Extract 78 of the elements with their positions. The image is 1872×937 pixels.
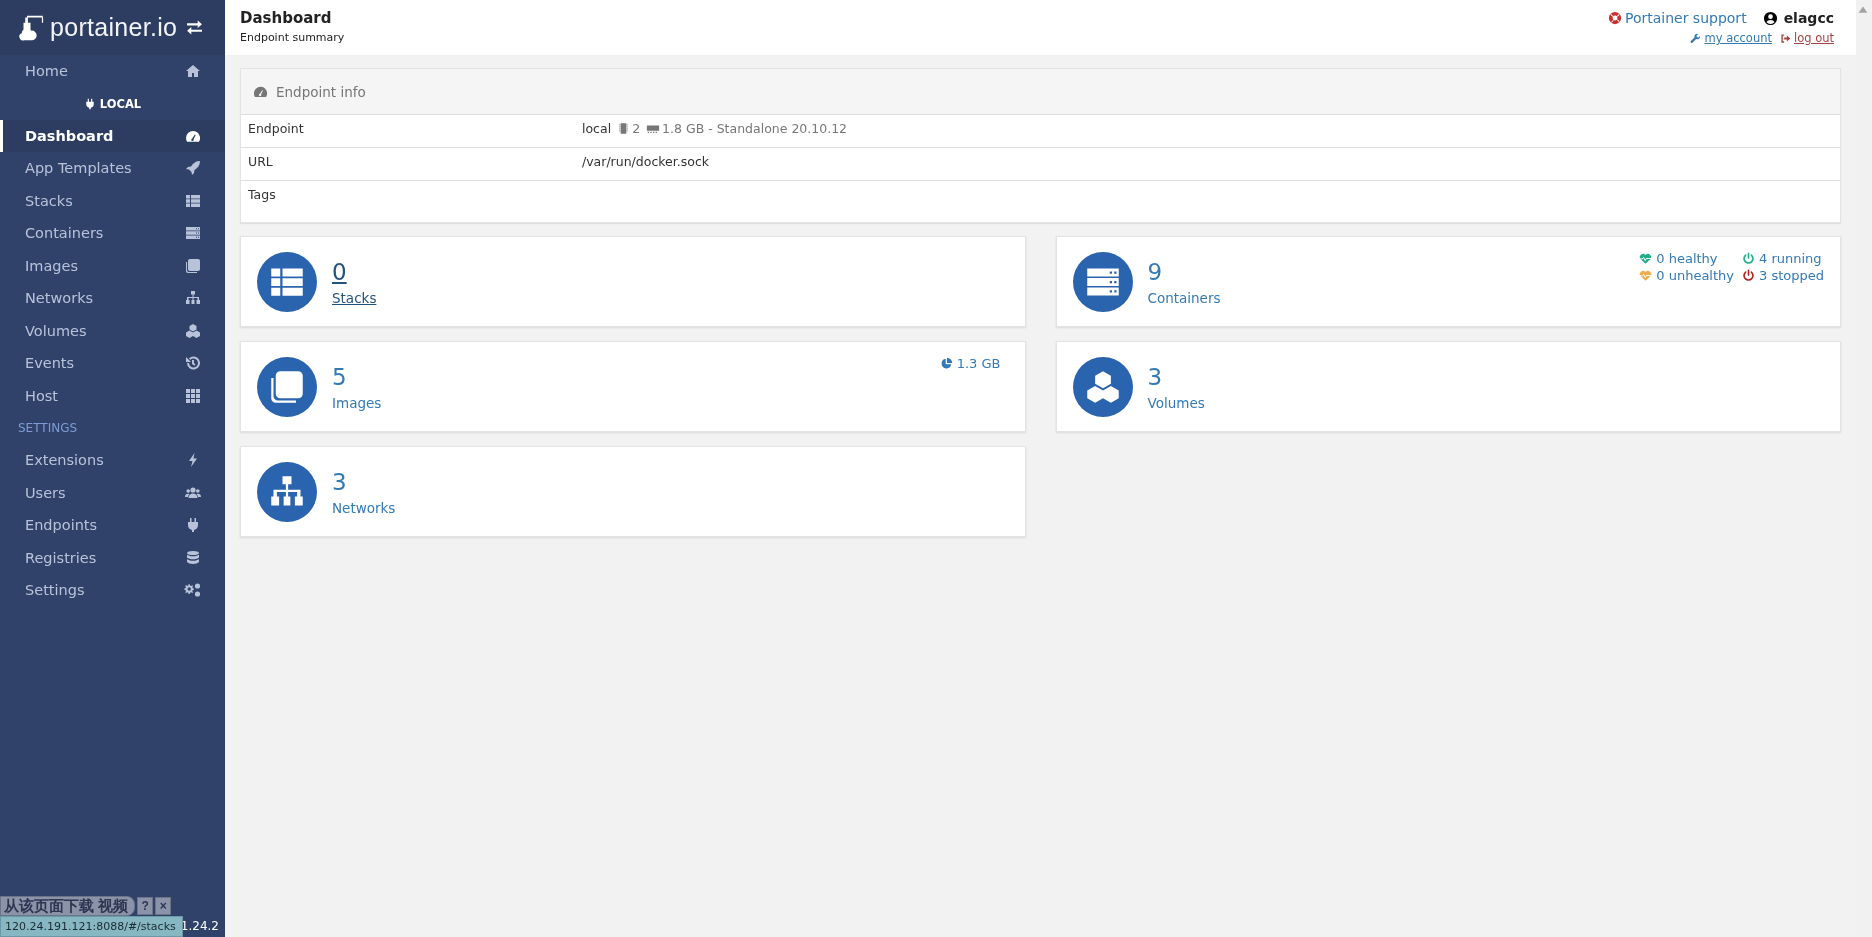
count-link[interactable]: 0 <box>332 257 377 286</box>
logo-text: portainer.io <box>50 13 178 42</box>
lifebuoy-icon <box>1607 11 1622 25</box>
copy-icon <box>185 257 201 274</box>
home-icon <box>185 63 201 80</box>
sidebar-item[interactable]: App Templates <box>0 152 225 185</box>
sidebar-item[interactable]: Stacks <box>0 184 225 217</box>
count-link[interactable]: 5 <box>332 362 382 391</box>
status-url: 120.24.191.121:8088/#/stacks <box>5 920 176 933</box>
sidebar-item[interactable]: Settings <box>0 574 225 607</box>
cubes-icon <box>185 322 201 339</box>
count-link[interactable]: 9 <box>1147 257 1221 286</box>
card-link[interactable]: Volumes <box>1147 394 1205 411</box>
sidebar-item[interactable]: Home <box>0 55 225 88</box>
table-cell: Tags <box>248 187 276 202</box>
card-link[interactable]: Networks <box>332 499 396 516</box>
card-link[interactable]: Stacks <box>332 289 377 306</box>
page-subtitle: Endpoint summary <box>240 31 345 44</box>
size-text: 1.3 GB <box>956 356 1001 371</box>
swap-icon <box>186 19 203 36</box>
list-icon <box>185 192 201 209</box>
gears-icon <box>185 582 201 599</box>
grid-icon <box>185 387 201 404</box>
section-heading: SETTINGS <box>18 421 78 435</box>
card-link[interactable]: Images <box>332 394 382 411</box>
sidebar-item[interactable]: Registries <box>0 541 225 574</box>
sidebar-item[interactable]: Host <box>0 379 225 412</box>
logout-link[interactable]: log out <box>1779 31 1834 45</box>
sidebar-item[interactable]: Volumes <box>0 314 225 347</box>
sidebar-item[interactable]: Users <box>0 476 225 509</box>
endpoint-heading: LOCAL <box>99 96 142 111</box>
help-button[interactable]: ? <box>137 897 154 915</box>
download-video-button[interactable]: 从该页面下载 视频 <box>0 896 136 916</box>
plug-icon <box>83 97 96 110</box>
rocket-icon <box>185 160 201 177</box>
server-icon <box>185 225 201 242</box>
status-text: 0 healthy <box>1656 251 1718 266</box>
sidebar-item[interactable]: Extensions <box>0 444 225 477</box>
cpu-count: 2 <box>632 121 641 136</box>
history-icon <box>185 355 201 372</box>
user-name: elagcc <box>1783 10 1834 26</box>
memory-text: 1.8 GB - Standalone 20.10.12 <box>662 121 848 136</box>
count-link[interactable]: 3 <box>1147 362 1205 391</box>
table-cell: URL <box>248 154 273 169</box>
status-text: 3 stopped <box>1759 268 1824 283</box>
table-cell: local <box>582 121 612 136</box>
status-text: 4 running <box>1759 251 1822 266</box>
count-link[interactable]: 3 <box>332 467 396 496</box>
table-cell: /var/run/docker.sock <box>582 154 709 169</box>
table-cell: Endpoint <box>248 121 304 136</box>
wrench-icon <box>1690 32 1702 44</box>
heartbeat-icon <box>1639 252 1653 265</box>
user-icon <box>1762 10 1778 26</box>
sidebar-item[interactable]: Dashboard <box>0 119 225 152</box>
users-icon <box>185 484 201 501</box>
sidebar-item[interactable]: Events <box>0 347 225 380</box>
sign-out-icon <box>1779 32 1791 44</box>
version-text: 1.24.2 <box>180 919 219 933</box>
sidebar-item[interactable]: Containers <box>0 217 225 250</box>
close-button[interactable]: × <box>155 897 172 915</box>
heartbeat-icon <box>1639 269 1653 282</box>
power-icon <box>1742 252 1755 265</box>
account-link[interactable]: my account <box>1690 31 1772 45</box>
pie-chart-icon <box>939 357 953 370</box>
hierarchy-icon <box>185 290 201 307</box>
support-link[interactable]: Portainer support <box>1607 10 1747 26</box>
card-link[interactable]: Containers <box>1147 289 1221 306</box>
panel-title: Endpoint info <box>276 83 366 100</box>
database-icon <box>185 549 201 566</box>
sidebar-item[interactable]: Endpoints <box>0 509 225 542</box>
page-title: Dashboard <box>240 9 333 27</box>
chip-icon <box>617 122 631 135</box>
gauge-icon <box>253 84 268 99</box>
plug-icon <box>185 517 201 534</box>
status-text: 0 unhealthy <box>1656 268 1734 283</box>
sidebar-item[interactable]: Images <box>0 249 225 282</box>
power-icon <box>1742 269 1755 282</box>
sidebar-item[interactable]: Networks <box>0 282 225 315</box>
